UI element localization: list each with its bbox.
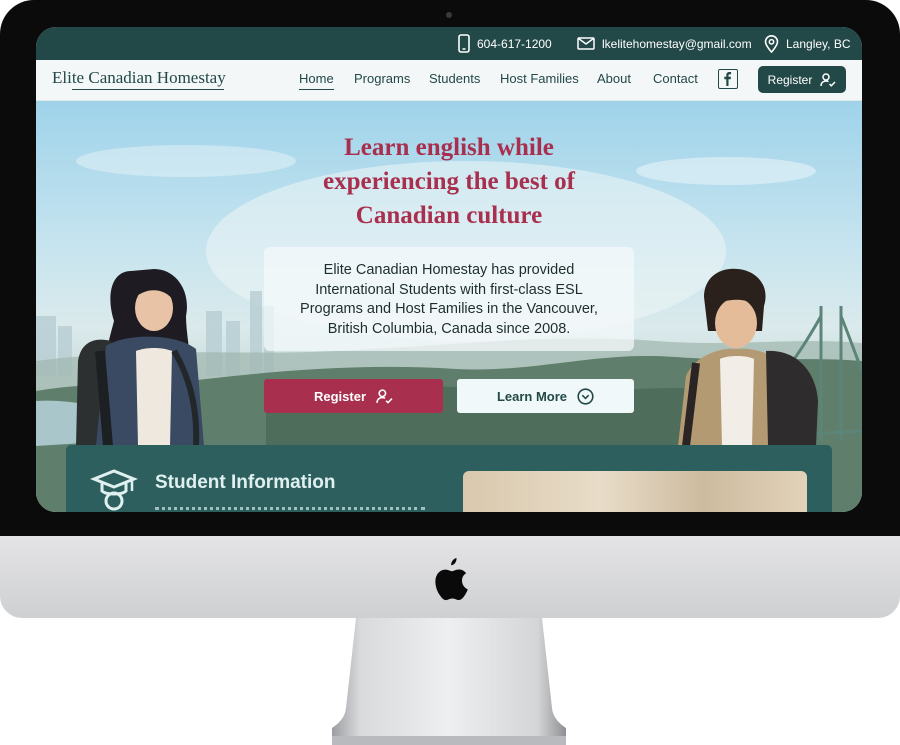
top-info-bar: 604-617-1200 lkelitehomestay@gmail.com L… bbox=[36, 27, 862, 60]
graduate-icon bbox=[90, 469, 138, 511]
headline-line-3: Canadian culture bbox=[355, 202, 543, 229]
email-address: lkelitehomestay@gmail.com bbox=[602, 36, 752, 51]
logo-underline bbox=[72, 89, 224, 90]
phone-icon bbox=[458, 34, 470, 53]
nav-link-host-families[interactable]: Host Families bbox=[500, 71, 579, 86]
hero-register-label: Register bbox=[313, 388, 367, 404]
hero-description-card: Elite Canadian Homestay has provided Int… bbox=[264, 247, 634, 351]
student-information-section: Student Information bbox=[66, 445, 832, 512]
nav-link-contact[interactable]: Contact bbox=[653, 71, 698, 86]
main-nav: Elite Canadian Homestay Home Programs St… bbox=[36, 60, 862, 101]
nav-link-students[interactable]: Students bbox=[429, 71, 480, 86]
nav-link-about[interactable]: About bbox=[597, 71, 631, 86]
phone-number: 604-617-1200 bbox=[477, 36, 552, 51]
phone-contact[interactable]: 604-617-1200 bbox=[458, 27, 552, 60]
chevron-down-circle-icon bbox=[577, 387, 594, 405]
description-line-1: Elite Canadian Homestay has provided bbox=[323, 262, 575, 278]
register-nav-label: Register bbox=[767, 72, 813, 87]
student-information-title: Student Information bbox=[155, 472, 336, 493]
site-logo[interactable]: Elite Canadian Homestay bbox=[52, 68, 226, 88]
hero-headline: Learn english while experiencing the bes… bbox=[249, 131, 649, 233]
hero-register-button[interactable]: Register bbox=[264, 379, 443, 413]
hero-description: Elite Canadian Homestay has provided Int… bbox=[264, 261, 634, 339]
description-line-3: Programs and Host Families in the Vancou… bbox=[300, 301, 598, 317]
location-contact[interactable]: Langley, BC bbox=[764, 27, 850, 60]
apple-icon bbox=[435, 558, 468, 601]
hero-section: Learn english while experiencing the bes… bbox=[36, 101, 862, 512]
nav-link-home[interactable]: Home bbox=[299, 71, 334, 90]
register-nav-button[interactable]: Register bbox=[758, 66, 846, 93]
nav-link-programs[interactable]: Programs bbox=[354, 71, 410, 86]
monitor-chin bbox=[0, 536, 900, 618]
email-contact[interactable]: lkelitehomestay@gmail.com bbox=[577, 27, 752, 60]
description-line-4: British Columbia, Canada since 2008. bbox=[327, 320, 571, 337]
user-check-icon bbox=[820, 72, 836, 87]
headline-line-2: experiencing the best of bbox=[322, 168, 576, 195]
monitor-stand bbox=[332, 618, 566, 745]
student-information-text-cut bbox=[155, 507, 425, 512]
headline-line-1: Learn english while bbox=[344, 134, 554, 161]
learn-more-label: Learn More bbox=[496, 388, 568, 404]
facebook-icon[interactable] bbox=[718, 69, 738, 89]
learn-more-button[interactable]: Learn More bbox=[457, 379, 634, 413]
mail-icon bbox=[577, 37, 595, 50]
description-line-2: International Students with first-class … bbox=[315, 281, 583, 298]
location-text: Langley, BC bbox=[786, 36, 851, 51]
camera bbox=[446, 12, 452, 18]
location-pin-icon bbox=[764, 34, 779, 53]
screen: 604-617-1200 lkelitehomestay@gmail.com L… bbox=[36, 27, 862, 512]
user-check-icon bbox=[376, 388, 393, 404]
student-photo bbox=[463, 471, 807, 512]
